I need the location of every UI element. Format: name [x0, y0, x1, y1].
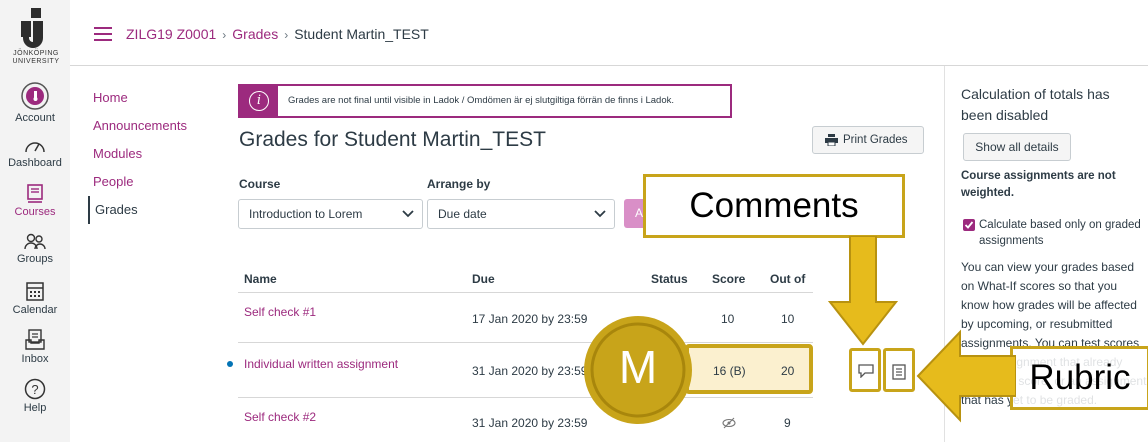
arrange-filter-label: Arrange by — [427, 177, 491, 191]
due-date: 31 Jan 2020 by 23:59 — [472, 364, 588, 378]
nav-courses-label: Courses — [14, 206, 56, 218]
course-navigation: Home Announcements Modules People Grades — [88, 84, 208, 224]
rubric-button[interactable] — [883, 348, 915, 392]
assignment-link[interactable]: Self check #1 — [244, 305, 316, 319]
totals-disabled-text: Calculation of totals has been disabled — [961, 86, 1110, 123]
weighting-text: Course assignments are not weighted. — [961, 170, 1116, 199]
svg-text:?: ? — [31, 382, 38, 397]
nav-groups-label: Groups — [16, 253, 54, 265]
header-divider — [238, 292, 813, 293]
column-header-score[interactable]: Score — [712, 272, 745, 286]
info-icon: i — [240, 86, 278, 116]
ladok-notice: i Grades are not final until visible in … — [238, 84, 732, 118]
print-grades-label: Print Grades — [843, 134, 908, 146]
logo-text: JÖNKÖPING UNIVERSITY — [12, 50, 60, 65]
course-nav-grades[interactable]: Grades — [88, 196, 208, 224]
graded-only-checkbox[interactable] — [963, 219, 975, 231]
account-icon — [21, 82, 49, 110]
unread-indicator — [227, 361, 233, 367]
course-filter-label: Course — [239, 177, 281, 191]
breadcrumb-course[interactable]: ZILG19 Z0001 — [126, 26, 216, 42]
course-select-value: Introduction to Lorem — [249, 207, 363, 221]
printer-icon — [825, 134, 838, 146]
grade-badge-letter: M — [618, 341, 658, 393]
assignment-link[interactable]: Individual written assignment — [244, 357, 398, 371]
chevron-down-icon — [594, 210, 606, 218]
courses-icon — [27, 184, 43, 203]
show-all-details-button[interactable]: Show all details — [963, 133, 1071, 161]
checkmark-icon — [964, 221, 974, 229]
column-header-status[interactable]: Status — [651, 272, 688, 286]
nav-groups[interactable]: Groups — [0, 233, 70, 265]
graded-only-label: Calculate based only on graded assignmen… — [979, 219, 1141, 247]
chevron-down-icon — [402, 210, 414, 218]
course-nav-home[interactable]: Home — [88, 84, 208, 112]
nav-account[interactable]: Account — [0, 82, 70, 124]
rubric-icon — [892, 364, 906, 380]
hidden-grade-icon — [722, 417, 736, 429]
nav-inbox-label: Inbox — [21, 353, 49, 365]
course-select[interactable]: Introduction to Lorem — [238, 199, 423, 229]
comments-arrow — [828, 236, 898, 346]
row-divider — [238, 342, 813, 343]
nav-courses[interactable]: Courses — [0, 184, 70, 218]
page-title: Grades for Student Martin_TEST — [239, 128, 546, 151]
logo-icon — [21, 8, 43, 48]
score: 16 (B) — [713, 364, 746, 378]
nav-dashboard-label: Dashboard — [8, 157, 62, 169]
nav-calendar[interactable]: Calendar — [0, 280, 70, 316]
comment-icon — [858, 364, 874, 378]
help-icon: ? — [24, 378, 46, 400]
hamburger-menu-icon[interactable] — [94, 27, 112, 41]
arrange-select[interactable]: Due date — [427, 199, 615, 229]
course-nav-announcements[interactable]: Announcements — [88, 112, 208, 140]
nav-account-label: Account — [15, 112, 55, 124]
top-bar: ZILG19 Z0001 › Grades › Student Martin_TEST — [70, 0, 1148, 66]
chevron-right-icon: › — [284, 28, 289, 42]
breadcrumb-current: Student Martin_TEST — [294, 26, 429, 42]
groups-icon — [24, 233, 46, 250]
score: 10 — [721, 312, 735, 326]
row-divider — [238, 397, 813, 398]
course-nav-modules[interactable]: Modules — [88, 140, 208, 168]
column-header-name[interactable]: Name — [244, 272, 277, 286]
nav-calendar-label: Calendar — [12, 304, 58, 316]
out-of: 10 — [781, 312, 795, 326]
column-header-out-of[interactable]: Out of — [770, 272, 805, 286]
notice-text: Grades are not final until visible in La… — [288, 95, 675, 106]
due-date: 17 Jan 2020 by 23:59 — [472, 312, 588, 326]
global-navigation: JÖNKÖPING UNIVERSITY Account Dashboard C… — [0, 0, 70, 442]
calendar-icon — [26, 282, 44, 301]
chevron-right-icon: › — [222, 28, 227, 42]
out-of: 9 — [784, 416, 791, 430]
nav-inbox[interactable]: Inbox — [0, 329, 70, 365]
rubric-arrow — [916, 329, 1016, 423]
inbox-icon — [25, 329, 45, 350]
column-header-due[interactable]: Due — [472, 272, 495, 286]
university-logo[interactable]: JÖNKÖPING UNIVERSITY — [8, 8, 64, 70]
out-of: 20 — [781, 364, 795, 378]
nav-help[interactable]: ? Help — [0, 378, 70, 414]
nav-help-label: Help — [23, 402, 47, 414]
breadcrumb-grades[interactable]: Grades — [232, 26, 278, 42]
print-grades-button[interactable]: Print Grades — [812, 126, 924, 154]
assignment-link[interactable]: Self check #2 — [244, 410, 316, 424]
course-nav-people[interactable]: People — [88, 168, 208, 196]
dashboard-icon — [25, 142, 45, 153]
rubric-callout: Rubric — [1010, 346, 1148, 410]
comments-callout: Comments — [643, 174, 905, 238]
breadcrumb: ZILG19 Z0001 › Grades › Student Martin_TEST — [126, 26, 429, 42]
due-date: 31 Jan 2020 by 23:59 — [472, 416, 588, 430]
nav-dashboard[interactable]: Dashboard — [0, 137, 70, 169]
arrange-select-value: Due date — [438, 207, 487, 221]
comments-button[interactable] — [849, 348, 881, 392]
